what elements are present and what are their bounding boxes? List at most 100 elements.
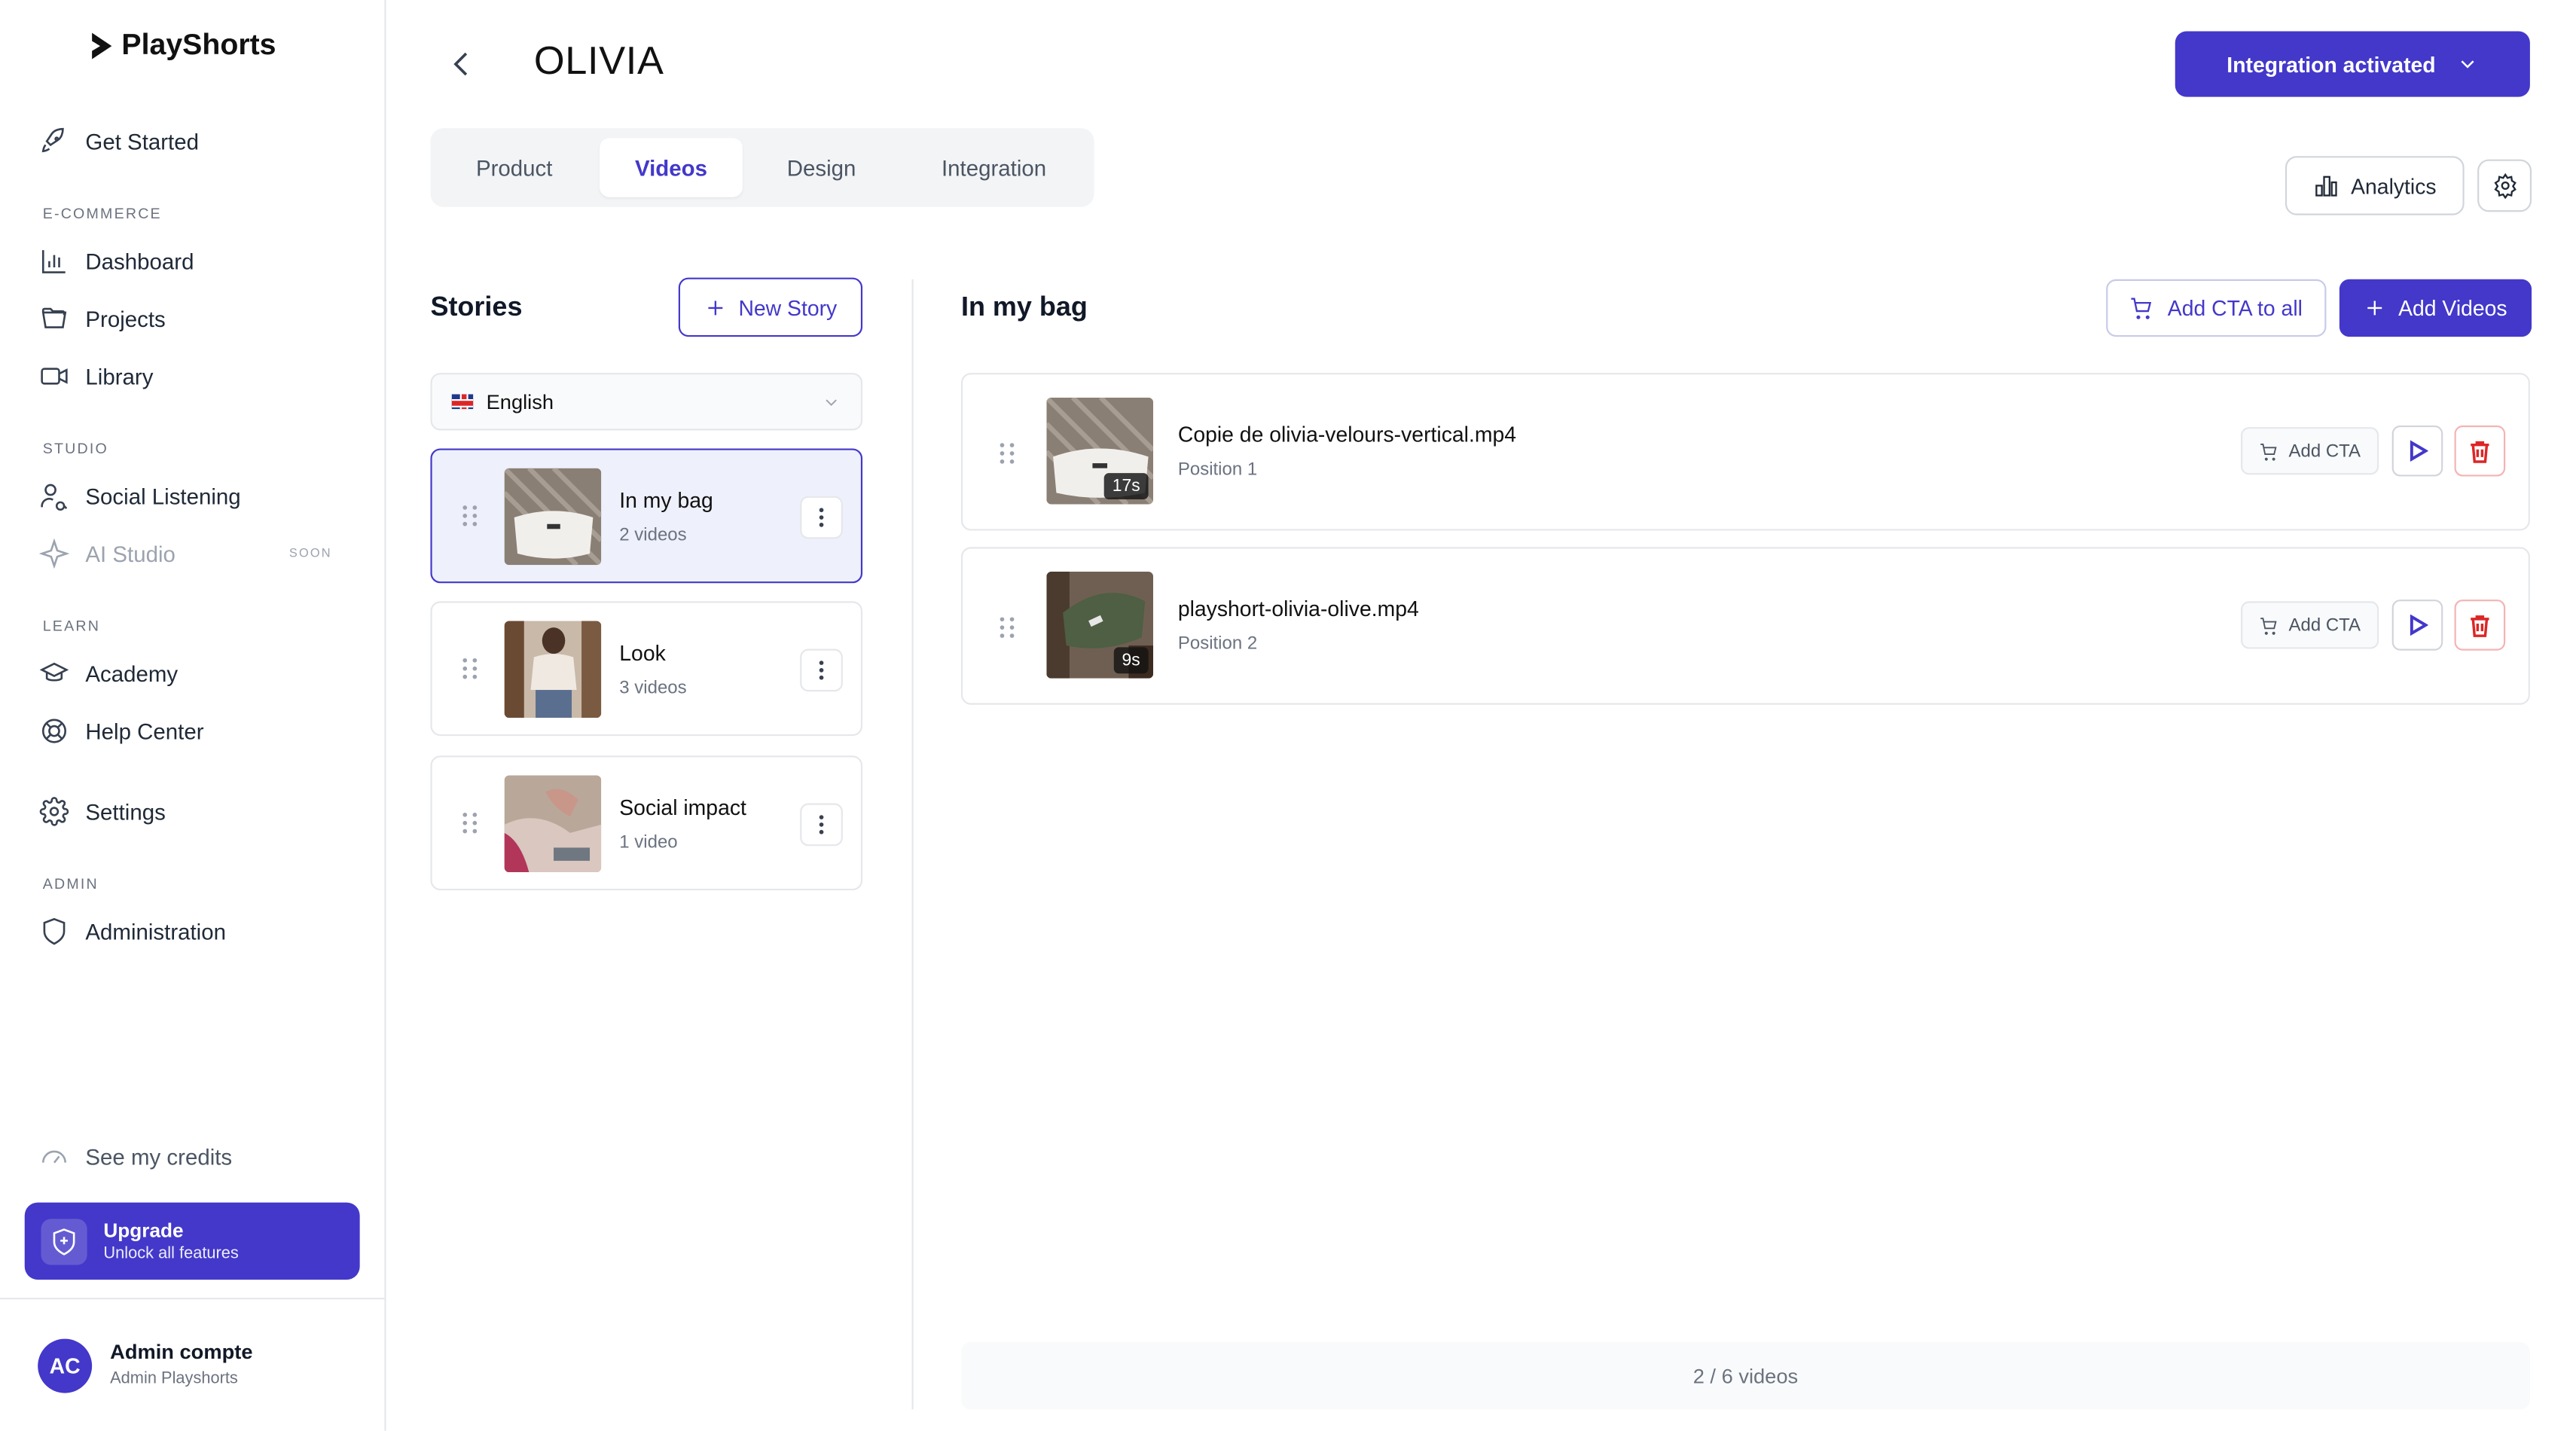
analytics-button[interactable]: Analytics [2285, 156, 2465, 215]
column-divider [911, 279, 914, 1410]
settings-button[interactable] [2477, 159, 2532, 212]
add-cta-label: Add CTA [2288, 441, 2361, 461]
delete-button[interactable] [2454, 600, 2506, 651]
chevron-left-icon [453, 52, 468, 76]
add-cta-button[interactable]: Add CTA [2241, 427, 2379, 475]
story-name: Social impact [619, 795, 746, 820]
play-button[interactable] [2391, 425, 2443, 477]
video-count-footer: 2 / 6 videos [960, 1341, 2530, 1410]
nav-see-credits[interactable]: See my credits [39, 1139, 232, 1175]
gear-icon [2493, 172, 2516, 199]
video-row[interactable]: 17s Copie de olivia-velours-vertical.mp4… [960, 373, 2530, 531]
nav-academy[interactable]: Academy [39, 655, 178, 691]
add-cta-to-all-button[interactable]: Add CTA to all [2106, 279, 2327, 337]
drag-handle-icon[interactable] [999, 616, 1015, 639]
video-filename: Copie de olivia-velours-vertical.mp4 [1177, 422, 1516, 447]
user-profile[interactable]: AC Admin compte Admin Playshorts [0, 1298, 385, 1431]
nav-ai-studio[interactable]: AI Studio [39, 535, 175, 572]
story-menu-button[interactable] [800, 648, 843, 692]
plus-icon [2367, 301, 2382, 316]
tab-integration[interactable]: Integration [910, 138, 1077, 197]
section-label-learn: LEARN [42, 618, 101, 634]
upgrade-subtitle: Unlock all features [103, 1245, 239, 1264]
nav-get-started[interactable]: Get Started [39, 124, 199, 160]
play-icon [2409, 440, 2428, 462]
integration-dropdown-button[interactable]: Integration activated [2175, 31, 2530, 97]
nav-projects[interactable]: Projects [39, 301, 166, 337]
upgrade-title: Upgrade [103, 1219, 184, 1242]
story-count: 2 videos [619, 525, 687, 546]
uk-flag-icon [451, 394, 474, 410]
plus-icon [707, 300, 722, 315]
add-cta-button[interactable]: Add CTA [2241, 601, 2379, 649]
bar-chart-icon [2315, 175, 2337, 197]
story-menu-button[interactable] [800, 496, 843, 539]
nav-label: Library [85, 364, 154, 389]
back-button[interactable] [444, 46, 480, 82]
nav-help-center[interactable]: Help Center [39, 713, 204, 749]
play-button[interactable] [2391, 600, 2443, 651]
tab-videos[interactable]: Videos [600, 138, 743, 197]
lifebuoy-icon [41, 719, 67, 743]
page-title: OLIVIA [533, 39, 664, 84]
nav-label: Administration [85, 919, 227, 944]
story-thumbnail [504, 621, 602, 719]
analytics-label: Analytics [2351, 173, 2437, 198]
video-row[interactable]: 9s playshort-olivia-olive.mp4 Position 2… [960, 547, 2530, 705]
story-count: 1 video [619, 832, 678, 853]
video-duration: 17s [1103, 473, 1149, 500]
video-thumbnail[interactable]: 17s [1046, 397, 1154, 505]
shield-plus-icon [41, 1218, 87, 1265]
nav-social-listening[interactable]: Social Listening [39, 478, 241, 514]
nav-label: Academy [85, 661, 179, 686]
section-label-admin: ADMIN [42, 875, 99, 892]
drag-handle-icon[interactable] [999, 442, 1015, 465]
upgrade-button[interactable]: Upgrade Unlock all features [24, 1202, 360, 1280]
nav-settings[interactable]: Settings [39, 793, 166, 829]
language-value: English [486, 390, 554, 413]
shield-icon [43, 917, 66, 945]
story-item[interactable]: Social impact 1 video [430, 755, 863, 891]
more-vertical-icon [819, 815, 824, 834]
story-thumbnail [504, 468, 602, 566]
app-logo[interactable]: PlayShorts [89, 28, 276, 63]
video-filename: playshort-olivia-olive.mp4 [1177, 596, 1419, 621]
sparkle-icon [39, 539, 69, 569]
section-label-studio: STUDIO [42, 440, 108, 457]
graduation-cap-icon [39, 662, 69, 682]
add-cta-label: Add CTA [2288, 615, 2361, 635]
nav-label: AI Studio [85, 541, 175, 566]
nav-label: Help Center [85, 719, 204, 743]
story-menu-button[interactable] [800, 803, 843, 847]
nav-library[interactable]: Library [39, 358, 153, 394]
new-story-label: New Story [738, 294, 838, 320]
add-videos-button[interactable]: Add Videos [2339, 279, 2532, 337]
language-select[interactable]: English [430, 373, 863, 431]
drag-handle-icon[interactable] [462, 811, 478, 834]
gear-icon [39, 797, 69, 826]
stories-heading: Stories [430, 292, 523, 322]
video-position: Position 2 [1177, 633, 1258, 654]
playshorts-logo-icon [92, 32, 112, 59]
story-name: Look [619, 640, 666, 666]
cart-icon [2260, 617, 2277, 634]
nav-administration[interactable]: Administration [39, 914, 226, 950]
tab-design[interactable]: Design [754, 138, 889, 197]
nav-dashboard[interactable]: Dashboard [39, 243, 194, 279]
nav-label: Settings [85, 799, 166, 824]
video-thumbnail[interactable]: 9s [1046, 572, 1154, 679]
user-role: Admin Playshorts [110, 1370, 238, 1389]
story-count: 3 videos [619, 678, 687, 698]
story-item[interactable]: In my bag 2 videos [430, 448, 863, 584]
drag-handle-icon[interactable] [462, 505, 478, 528]
nav-label: See my credits [85, 1144, 233, 1169]
play-icon [2409, 614, 2428, 636]
new-story-button[interactable]: New Story [678, 277, 863, 337]
delete-button[interactable] [2454, 425, 2506, 477]
avatar: AC [38, 1338, 93, 1393]
tab-product[interactable]: Product [444, 138, 585, 197]
sidebar: PlayShorts Get Started E-COMMERCE Dashbo… [0, 0, 386, 1431]
soon-badge: SOON [288, 545, 332, 560]
story-item[interactable]: Look 3 videos [430, 601, 863, 737]
drag-handle-icon[interactable] [462, 657, 478, 680]
